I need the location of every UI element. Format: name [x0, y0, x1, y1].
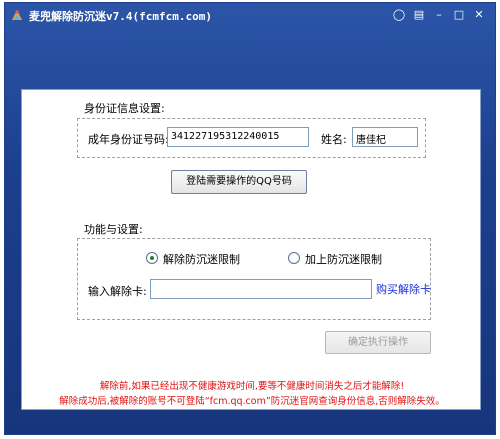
card-input[interactable] [150, 279, 372, 299]
app-logo-icon [12, 10, 22, 20]
main-panel: 身份证信息设置: 成年身份证号码: 341227195312240015 姓名:… [21, 89, 481, 410]
buy-card-link[interactable]: 购买解除卡 [376, 281, 431, 297]
card-label: 输入解除卡: [88, 285, 147, 298]
radio-add-limit[interactable] [288, 252, 300, 264]
name-input[interactable]: 唐佳杞 [352, 127, 418, 147]
execute-button[interactable]: 确定执行操作 [325, 331, 431, 354]
close-button[interactable]: ✕ [471, 7, 487, 23]
radio-remove-limit[interactable] [146, 252, 158, 264]
function-section-heading: 功能与设置: [84, 223, 143, 236]
login-qq-button[interactable]: 登陆需要操作的QQ号码 [171, 170, 307, 194]
app-window: 麦兜解除防沉迷v7.4(fcmfcm.com) ◯ ▤ – □ ✕ 身份证信息设… [4, 2, 496, 435]
name-label: 姓名: [321, 133, 347, 146]
id-number-label: 成年身份证号码: [88, 133, 169, 146]
menu-icon[interactable]: ▤ [411, 7, 427, 23]
notice-line-2: 解除成功后,被解除的账号不可登陆“fcm.qq.com”防沉迷官网查询身份信息,… [59, 396, 445, 407]
title-bar[interactable]: 麦兜解除防沉迷v7.4(fcmfcm.com) ◯ ▤ – □ ✕ [5, 3, 495, 27]
minimize-button[interactable]: – [431, 7, 447, 23]
window-title: 麦兜解除防沉迷v7.4(fcmfcm.com) [29, 10, 212, 23]
notice-line-1: 解除前,如果已经出现不健康游戏时间,要等不健康时间消失之后才能解除! [99, 381, 405, 392]
radio-remove-limit-label[interactable]: 解除防沉迷限制 [163, 251, 240, 267]
id-number-input[interactable]: 341227195312240015 [167, 127, 309, 147]
feedback-icon[interactable]: ◯ [391, 7, 407, 23]
id-section-heading: 身份证信息设置: [84, 102, 165, 115]
maximize-button[interactable]: □ [451, 7, 467, 23]
radio-add-limit-label[interactable]: 加上防沉迷限制 [305, 251, 382, 267]
